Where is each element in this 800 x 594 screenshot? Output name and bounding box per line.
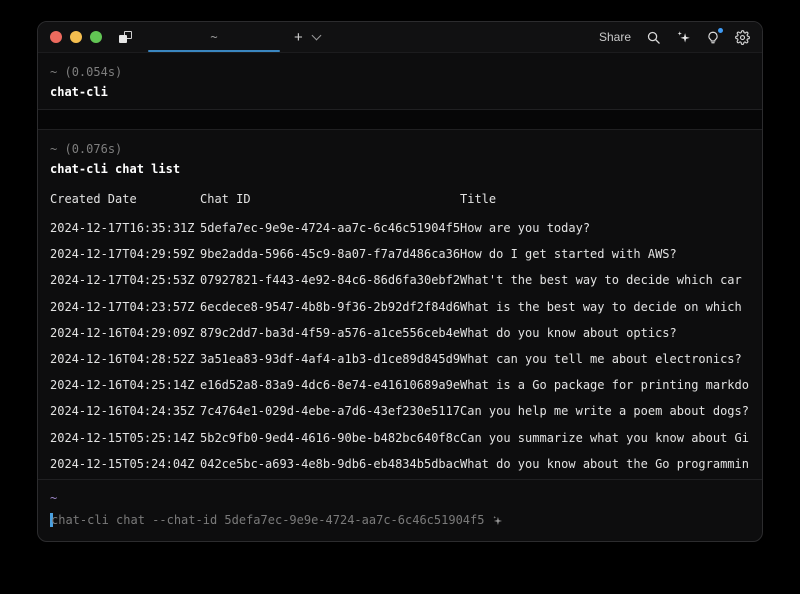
minimize-button[interactable] (70, 31, 82, 43)
block-prompt: ~ (50, 142, 57, 156)
terminal-tab[interactable]: ~ (148, 22, 280, 52)
ai-sparkle-icon[interactable] (676, 30, 691, 45)
created-date-cell: 2024-12-17T04:29:59Z (50, 241, 200, 267)
blocks-panel-icon[interactable] (118, 31, 132, 44)
chat-title-cell: How are you today? (460, 215, 590, 241)
titlebar: ~ + Share (38, 22, 762, 53)
tab-active-underline (148, 50, 280, 52)
table-row: 2024-12-16T04:25:14Ze16d52a8-83a9-4dc6-8… (50, 372, 750, 398)
created-date-cell: 2024-12-16T04:28:52Z (50, 346, 200, 372)
chat-id-cell: 879c2dd7-ba3d-4f59-a576-a1ce556ceb4e (200, 320, 460, 346)
chat-title-cell: What is the best way to decide on which (460, 294, 742, 320)
input-prompt: ~ (50, 489, 750, 507)
table-row: 2024-12-17T16:35:31Z5defa7ec-9e9e-4724-a… (50, 215, 750, 241)
block-divider (38, 109, 762, 130)
close-button[interactable] (50, 31, 62, 43)
header-title: Title (460, 189, 496, 209)
table-header-row: Created DateChat IDTitle (50, 189, 750, 209)
chat-title-cell: Can you help me write a poem about dogs? (460, 398, 749, 424)
chevron-down-icon[interactable] (311, 31, 321, 41)
zoom-button[interactable] (90, 31, 102, 43)
table-row: 2024-12-17T04:25:53Z07927821-f443-4e92-8… (50, 267, 750, 293)
block-meta: ~ (0.076s) (50, 139, 750, 159)
autosuggestion-text: chat-cli chat --chat-id 5defa7ec-9e9e-47… (51, 511, 484, 529)
block-command: chat-cli chat list (50, 159, 750, 179)
chat-title-cell: Can you summarize what you know about Gi (460, 425, 749, 451)
header-chat-id: Chat ID (200, 189, 460, 209)
chat-table-rows: 2024-12-17T16:35:31Z5defa7ec-9e9e-4724-a… (50, 215, 750, 477)
created-date-cell: 2024-12-16T04:25:14Z (50, 372, 200, 398)
created-date-cell: 2024-12-15T05:24:04Z (50, 451, 200, 477)
tab-title: ~ (210, 30, 217, 44)
block-duration: (0.076s) (64, 142, 122, 156)
command-input[interactable]: chat-cli chat --chat-id 5defa7ec-9e9e-47… (50, 511, 750, 529)
created-date-cell: 2024-12-16T04:29:09Z (50, 320, 200, 346)
terminal-window: ~ + Share (37, 21, 763, 542)
table-row: 2024-12-17T04:29:59Z9be2adda-5966-45c9-8… (50, 241, 750, 267)
blocks-panel-icon-front (119, 35, 127, 43)
traffic-lights (50, 31, 102, 43)
table-row: 2024-12-16T04:28:52Z3a51ea83-93df-4af4-a… (50, 346, 750, 372)
chat-id-cell: 07927821-f443-4e92-84c6-86d6fa30ebf2 (200, 267, 460, 293)
search-icon[interactable] (646, 30, 661, 45)
terminal-scrollback: ~ (0.054s) chat-cli ~ (0.076s) chat-cli … (38, 53, 762, 479)
suggestion-sparkle-icon (492, 515, 503, 526)
chat-title-cell: What't the best way to decide which car (460, 267, 742, 293)
table-row: 2024-12-17T04:23:57Z6ecdece8-9547-4b8b-9… (50, 294, 750, 320)
notification-dot (718, 28, 723, 33)
table-row: 2024-12-15T05:25:14Z5b2c9fb0-9ed4-4616-9… (50, 425, 750, 451)
block-command: chat-cli (50, 82, 750, 102)
chat-title-cell: How do I get started with AWS? (460, 241, 677, 267)
titlebar-actions: Share (599, 30, 750, 45)
header-created-date: Created Date (50, 189, 200, 209)
created-date-cell: 2024-12-16T04:24:35Z (50, 398, 200, 424)
chat-id-cell: 3a51ea83-93df-4af4-a1b3-d1ce89d845d9 (200, 346, 460, 372)
chat-title-cell: What do you know about the Go programmin (460, 451, 749, 477)
lightbulb-icon[interactable] (706, 30, 720, 45)
chat-id-cell: 042ce5bc-a693-4e8b-9db6-eb4834b5dbac (200, 451, 460, 477)
chat-title-cell: What is a Go package for printing markdo (460, 372, 749, 398)
chat-list-table: Created DateChat IDTitle 2024-12-17T16:3… (50, 189, 750, 477)
created-date-cell: 2024-12-17T04:23:57Z (50, 294, 200, 320)
chat-title-cell: What can you tell me about electronics? (460, 346, 742, 372)
command-block-1: ~ (0.054s) chat-cli (38, 53, 762, 109)
settings-gear-icon[interactable] (735, 30, 750, 45)
chat-id-cell: 5defa7ec-9e9e-4724-aa7c-6c46c51904f5 (200, 215, 460, 241)
block-meta: ~ (0.054s) (50, 62, 750, 82)
created-date-cell: 2024-12-17T04:25:53Z (50, 267, 200, 293)
command-block-2: ~ (0.076s) chat-cli chat list Created Da… (38, 130, 762, 479)
command-input-block[interactable]: ~ chat-cli chat --chat-id 5defa7ec-9e9e-… (38, 479, 762, 541)
chat-id-cell: e16d52a8-83a9-4dc6-8e74-e41610689a9e (200, 372, 460, 398)
chat-id-cell: 6ecdece8-9547-4b8b-9f36-2b92df2f84d6 (200, 294, 460, 320)
table-row: 2024-12-16T04:24:35Z7c4764e1-029d-4ebe-a… (50, 398, 750, 424)
created-date-cell: 2024-12-17T16:35:31Z (50, 215, 200, 241)
new-tab-button[interactable]: + (294, 30, 303, 45)
table-row: 2024-12-16T04:29:09Z879c2dd7-ba3d-4f59-a… (50, 320, 750, 346)
created-date-cell: 2024-12-15T05:25:14Z (50, 425, 200, 451)
share-button[interactable]: Share (599, 30, 631, 44)
table-row: 2024-12-15T05:24:04Z042ce5bc-a693-4e8b-9… (50, 451, 750, 477)
block-prompt: ~ (50, 65, 57, 79)
chat-id-cell: 9be2adda-5966-45c9-8a07-f7a7d486ca36 (200, 241, 460, 267)
chat-id-cell: 7c4764e1-029d-4ebe-a7d6-43ef230e5117 (200, 398, 460, 424)
chat-title-cell: What do you know about optics? (460, 320, 677, 346)
block-duration: (0.054s) (64, 65, 122, 79)
chat-id-cell: 5b2c9fb0-9ed4-4616-90be-b482bc640f8c (200, 425, 460, 451)
